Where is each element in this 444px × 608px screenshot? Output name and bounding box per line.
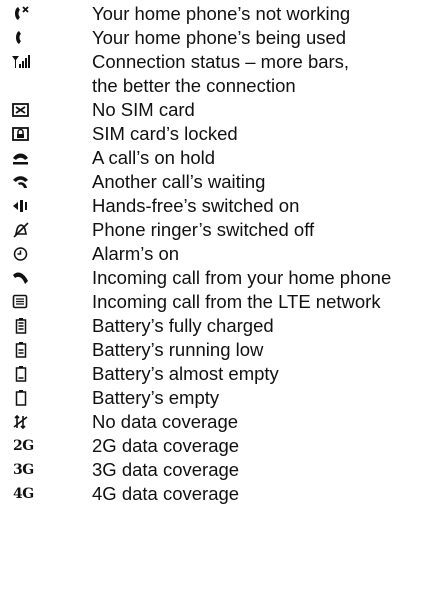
no-data-icon bbox=[13, 414, 28, 430]
legend-row: 3G 3G data coverage bbox=[0, 458, 444, 482]
legend-label: Your home phone’s not working bbox=[92, 3, 351, 24]
legend-label: Phone ringer’s switched off bbox=[92, 219, 315, 240]
legend-label: 3G data coverage bbox=[92, 459, 240, 480]
legend-label: Battery’s running low bbox=[92, 339, 264, 360]
legend-row: Another call’s waiting bbox=[0, 170, 444, 194]
2g-icon: 2G bbox=[13, 438, 34, 454]
legend-row: Your home phone’s being used bbox=[0, 26, 444, 50]
legend-row: Battery’s almost empty bbox=[0, 362, 444, 386]
legend-row: Battery’s running low bbox=[0, 338, 444, 362]
legend-row: Phone ringer’s switched off bbox=[0, 218, 444, 242]
legend-label: Incoming call from the LTE network bbox=[92, 291, 381, 312]
legend-label: Battery’s almost empty bbox=[92, 363, 279, 384]
sim-locked-icon bbox=[12, 127, 29, 141]
3g-icon: 3G bbox=[13, 462, 34, 478]
legend-row: No SIM card bbox=[0, 98, 444, 122]
legend-row: Hands-free’s switched on bbox=[0, 194, 444, 218]
legend-label: Hands-free’s switched on bbox=[92, 195, 300, 216]
ringer-off-icon bbox=[13, 222, 29, 238]
incoming-lte-call-icon bbox=[12, 294, 28, 309]
speaker-icon bbox=[13, 200, 27, 212]
legend-label: Alarm’s on bbox=[92, 243, 180, 264]
legend-label: No data coverage bbox=[92, 411, 239, 432]
legend-label: A call’s on hold bbox=[92, 147, 216, 168]
alarm-icon bbox=[13, 247, 28, 261]
legend-row: Connection status – more bars, the bette… bbox=[0, 50, 444, 98]
no-sim-icon bbox=[12, 103, 29, 117]
legend-row: A call’s on hold bbox=[0, 146, 444, 170]
legend-row: SIM card’s locked bbox=[0, 122, 444, 146]
signal-bars-icon bbox=[12, 55, 30, 68]
legend-row: Your home phone’s not working bbox=[0, 2, 444, 26]
legend-label: SIM card’s locked bbox=[92, 123, 238, 144]
battery-empty-icon bbox=[15, 390, 27, 406]
icon-legend: Your home phone’s not working Your home … bbox=[0, 2, 444, 506]
legend-row: No data coverage bbox=[0, 410, 444, 434]
battery-full-icon bbox=[15, 318, 27, 334]
legend-row: 4G 4G data coverage bbox=[0, 482, 444, 506]
legend-label: Battery’s fully charged bbox=[92, 315, 274, 336]
legend-label: 2G data coverage bbox=[92, 435, 240, 456]
legend-label: 4G data coverage bbox=[92, 483, 240, 504]
legend-row: Battery’s empty bbox=[0, 386, 444, 410]
call-waiting-icon bbox=[13, 176, 28, 188]
legend-row: 2G 2G data coverage bbox=[0, 434, 444, 458]
legend-label: Another call’s waiting bbox=[92, 171, 266, 192]
legend-label: No SIM card bbox=[92, 99, 195, 120]
legend-row: Incoming call from the LTE network bbox=[0, 290, 444, 314]
phone-not-working-icon bbox=[15, 6, 29, 20]
legend-row: Battery’s fully charged bbox=[0, 314, 444, 338]
legend-label: Battery’s empty bbox=[92, 387, 220, 408]
incoming-home-call-icon bbox=[13, 272, 28, 284]
legend-label: Incoming call from your home phone bbox=[92, 267, 392, 288]
legend-row: Alarm’s on bbox=[0, 242, 444, 266]
phone-in-use-icon bbox=[16, 31, 21, 44]
legend-label: Connection status – more bars, the bette… bbox=[92, 51, 350, 96]
call-on-hold-icon bbox=[13, 153, 28, 165]
4g-icon: 4G bbox=[13, 486, 34, 502]
battery-low-icon bbox=[15, 342, 27, 358]
legend-label: Your home phone’s being used bbox=[92, 27, 347, 48]
legend-row: Incoming call from your home phone bbox=[0, 266, 444, 290]
battery-almost-empty-icon bbox=[15, 366, 27, 382]
